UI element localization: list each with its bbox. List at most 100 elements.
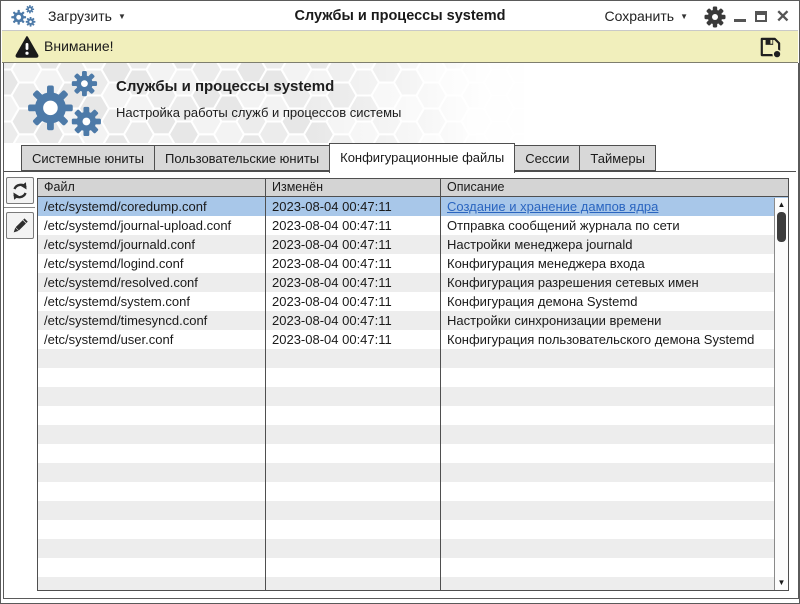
cell-description: [441, 520, 788, 539]
cell-description: Настройки синхронизации времени: [441, 311, 788, 330]
table-row-empty: [38, 463, 788, 482]
cell-description: Настройки менеджера journald: [441, 235, 788, 254]
table-row-empty: [38, 368, 788, 387]
cell-modified: 2023-08-04 00:47:11: [266, 216, 441, 235]
floppy-disk-icon[interactable]: [758, 34, 784, 60]
config-files-table: Файл Изменён Описание /etc/systemd/cored…: [37, 178, 789, 591]
cell-modified: 2023-08-04 00:47:11: [266, 273, 441, 292]
cell-description: Отправка сообщений журнала по сети: [441, 216, 788, 235]
cell-file: [38, 425, 266, 444]
tab-bar: Системные юниты Пользовательские юниты К…: [21, 144, 656, 171]
cell-description: [441, 501, 788, 520]
cell-description: [441, 482, 788, 501]
cell-description: Конфигурация пользовательского демона Sy…: [441, 330, 788, 349]
load-menu-button[interactable]: Загрузить ▼: [48, 1, 126, 31]
cell-modified: 2023-08-04 00:47:11: [266, 292, 441, 311]
cell-file: /etc/systemd/logind.conf: [38, 254, 266, 273]
cell-modified: [266, 577, 441, 590]
cell-file: [38, 520, 266, 539]
minimize-button[interactable]: [734, 19, 746, 22]
cell-description: [441, 406, 788, 425]
close-button[interactable]: ✕: [776, 8, 790, 25]
cell-modified: 2023-08-04 00:47:11: [266, 330, 441, 349]
cell-file: [38, 368, 266, 387]
tab-config-files[interactable]: Конфигурационные файлы: [329, 143, 515, 173]
table-row[interactable]: /etc/systemd/logind.conf2023-08-04 00:47…: [38, 254, 788, 273]
cell-file: [38, 482, 266, 501]
cell-file: [38, 387, 266, 406]
titlebar: Загрузить ▼ Службы и процессы systemd Со…: [2, 1, 798, 31]
table-row-empty: [38, 558, 788, 577]
app-window: Загрузить ▼ Службы и процессы systemd Со…: [0, 0, 800, 604]
table-row-empty: [38, 501, 788, 520]
column-header-file[interactable]: Файл: [38, 179, 266, 196]
cell-file: [38, 444, 266, 463]
cell-modified: [266, 463, 441, 482]
cell-modified: [266, 425, 441, 444]
cell-file: [38, 349, 266, 368]
cell-file: [38, 406, 266, 425]
chevron-down-icon: ▼: [118, 12, 126, 21]
column-header-description[interactable]: Описание: [441, 179, 788, 196]
tab-sessions[interactable]: Сессии: [514, 145, 580, 171]
cell-file: /etc/systemd/journald.conf: [38, 235, 266, 254]
settings-gear-icon[interactable]: [704, 6, 726, 28]
cell-file: [38, 577, 266, 590]
app-gears-icon: [10, 4, 37, 28]
save-menu-button[interactable]: Сохранить ▼: [605, 1, 689, 31]
cell-description: [441, 539, 788, 558]
cell-description: [441, 387, 788, 406]
cell-description: [441, 444, 788, 463]
tab-timers[interactable]: Таймеры: [579, 145, 656, 171]
table-row[interactable]: /etc/systemd/coredump.conf2023-08-04 00:…: [38, 197, 788, 216]
table-row-empty: [38, 444, 788, 463]
cell-description: Конфигурация разрешения сетевых имен: [441, 273, 788, 292]
tab-system-units[interactable]: Системные юниты: [21, 145, 155, 171]
cell-description: [441, 349, 788, 368]
cell-file: /etc/systemd/timesyncd.conf: [38, 311, 266, 330]
cell-file: /etc/systemd/resolved.conf: [38, 273, 266, 292]
edit-button[interactable]: [6, 212, 34, 239]
table-row[interactable]: /etc/systemd/system.conf2023-08-04 00:47…: [38, 292, 788, 311]
table-row[interactable]: /etc/systemd/user.conf2023-08-04 00:47:1…: [38, 330, 788, 349]
cell-modified: 2023-08-04 00:47:11: [266, 197, 441, 216]
refresh-icon: [10, 181, 30, 201]
table-row-empty: [38, 349, 788, 368]
table-row-empty: [38, 425, 788, 444]
cell-modified: [266, 520, 441, 539]
cell-modified: 2023-08-04 00:47:11: [266, 235, 441, 254]
cell-modified: [266, 482, 441, 501]
scroll-up-icon[interactable]: ▲: [775, 198, 788, 211]
cell-file: [38, 463, 266, 482]
table-row[interactable]: /etc/systemd/journal-upload.conf2023-08-…: [38, 216, 788, 235]
page-subtitle: Настройка работы служб и процессов систе…: [116, 105, 401, 120]
cell-file: [38, 558, 266, 577]
cell-description: Конфигурация демона Systemd: [441, 292, 788, 311]
gears-icon: [24, 70, 106, 138]
maximize-button[interactable]: [755, 11, 767, 22]
cell-description: [441, 463, 788, 482]
scroll-down-icon[interactable]: ▼: [775, 576, 788, 589]
column-header-modified[interactable]: Изменён: [266, 179, 441, 196]
vertical-scrollbar[interactable]: ▲ ▼: [774, 198, 788, 590]
refresh-button[interactable]: [6, 177, 34, 204]
tab-user-units[interactable]: Пользовательские юниты: [154, 145, 330, 171]
cell-modified: 2023-08-04 00:47:11: [266, 254, 441, 273]
description-link[interactable]: Создание и хранение дампов ядра: [441, 197, 788, 216]
table-row-empty: [38, 406, 788, 425]
table-row-empty: [38, 577, 788, 590]
cell-file: /etc/systemd/system.conf: [38, 292, 266, 311]
table-row[interactable]: /etc/systemd/timesyncd.conf2023-08-04 00…: [38, 311, 788, 330]
cell-description: [441, 425, 788, 444]
table-row[interactable]: /etc/systemd/journald.conf2023-08-04 00:…: [38, 235, 788, 254]
table-row[interactable]: /etc/systemd/resolved.conf2023-08-04 00:…: [38, 273, 788, 292]
table-row-empty: [38, 520, 788, 539]
cell-file: [38, 501, 266, 520]
cell-modified: [266, 406, 441, 425]
table-row-empty: [38, 482, 788, 501]
vertical-scrollbar-thumb[interactable]: [777, 212, 786, 242]
banner: Службы и процессы systemd Настройка рабо…: [4, 63, 798, 143]
window-controls: ✕: [734, 1, 790, 31]
cell-description: [441, 577, 788, 590]
chevron-down-icon: ▼: [680, 12, 688, 21]
